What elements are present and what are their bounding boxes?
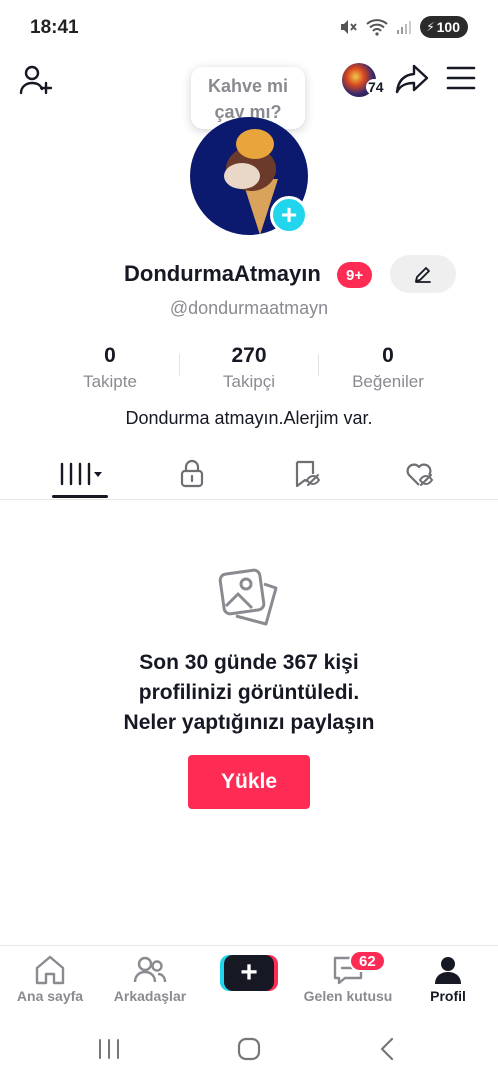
inbox-badge: 62 [349, 950, 386, 972]
upload-button[interactable]: Yükle [188, 755, 310, 809]
nav-friends[interactable]: Arkadaşlar [100, 954, 200, 1004]
stat-value: 0 [104, 344, 116, 367]
tab-videos[interactable] [50, 454, 110, 494]
stat-divider [179, 354, 180, 376]
friends-icon [133, 956, 167, 983]
home-icon [35, 955, 65, 985]
stat-label: Takipçi [223, 372, 275, 391]
stat-likes[interactable]: 0 Beğeniler [328, 344, 448, 392]
heart-hidden-icon [406, 463, 434, 486]
add-friend-icon[interactable] [18, 62, 54, 98]
nav-profile[interactable]: Profil [398, 954, 498, 1004]
lock-icon [180, 459, 204, 488]
battery-indicator: ⚡ 100 [420, 16, 468, 38]
tooltip-line-1: Kahve mi [207, 76, 289, 96]
stat-label: Takipte [83, 372, 137, 391]
stat-followers[interactable]: 270 Takipçi [189, 344, 309, 392]
system-navigation [0, 1022, 498, 1080]
bookmark-hidden-icon [295, 460, 321, 488]
notification-badge[interactable]: 9+ [337, 262, 373, 288]
plus-icon: + [224, 955, 274, 991]
status-bar: 18:41 ⚡ 100 [0, 0, 498, 56]
edit-profile-button[interactable] [390, 255, 456, 293]
charging-icon: ⚡ [426, 20, 435, 34]
tab-saved[interactable] [276, 454, 336, 494]
status-icons: ⚡ 100 [338, 16, 468, 38]
profile-handle: @dondurmaatmayn [169, 298, 329, 318]
profile-tabs [0, 448, 498, 500]
pencil-icon [415, 267, 431, 283]
photos-icon [218, 568, 278, 626]
mute-icon [341, 20, 357, 34]
nav-inbox-label: Gelen kutusu [303, 988, 393, 1004]
nav-friends-label: Arkadaşlar [113, 988, 187, 1004]
video-grid-icon [60, 462, 102, 486]
menu-icon[interactable] [446, 64, 476, 92]
story-count: 74 [366, 79, 386, 95]
avatar-scoop [224, 163, 260, 189]
stat-following[interactable]: 0 Takipte [50, 344, 170, 392]
empty-state-message: Son 30 günde 367 kişi profilinizi görünt… [0, 648, 498, 738]
signal-icon [397, 21, 412, 34]
recent-apps-icon [99, 1039, 119, 1059]
profile-stats: 0 Takipte 270 Takipçi 0 Beğeniler [0, 344, 498, 394]
empty-line-3: Neler yaptığınızı paylaşın [123, 711, 375, 734]
tab-private[interactable] [162, 454, 222, 494]
active-tab-indicator [52, 495, 108, 498]
nav-home[interactable]: Ana sayfa [0, 954, 100, 1004]
back-icon [380, 1037, 394, 1061]
stat-value: 0 [382, 344, 394, 367]
empty-line-2: profilinizi görüntüledi. [138, 681, 360, 704]
home-button[interactable] [229, 1034, 269, 1064]
battery-level: 100 [436, 19, 460, 35]
avatar-scoop [236, 129, 274, 159]
home-square-icon [237, 1037, 261, 1061]
stat-value: 270 [231, 344, 267, 367]
back-button[interactable] [368, 1034, 408, 1064]
stat-label: Beğeniler [352, 372, 424, 391]
nav-home-label: Ana sayfa [16, 988, 84, 1004]
recent-apps-button[interactable] [89, 1034, 129, 1064]
profile-username: DondurmaAtmayın [124, 261, 321, 286]
name-row: DondurmaAtmayın 9+ [0, 255, 498, 293]
stat-divider [318, 354, 319, 376]
profile-bio[interactable]: Dondurma atmayın.Alerjim var. [0, 408, 498, 429]
wifi-icon [366, 19, 388, 36]
add-photo-button[interactable]: + [270, 196, 308, 234]
nav-profile-label: Profil [430, 988, 466, 1004]
profile-icon [435, 957, 461, 984]
empty-line-1: Son 30 günde 367 kişi [139, 651, 359, 674]
share-icon[interactable] [394, 62, 430, 96]
tab-liked[interactable] [390, 454, 450, 494]
status-time: 18:41 [30, 17, 79, 38]
bottom-navigation: Ana sayfa Arkadaşlar + Gelen kutusu Prof… [0, 945, 498, 1011]
create-button[interactable]: + [220, 955, 278, 991]
